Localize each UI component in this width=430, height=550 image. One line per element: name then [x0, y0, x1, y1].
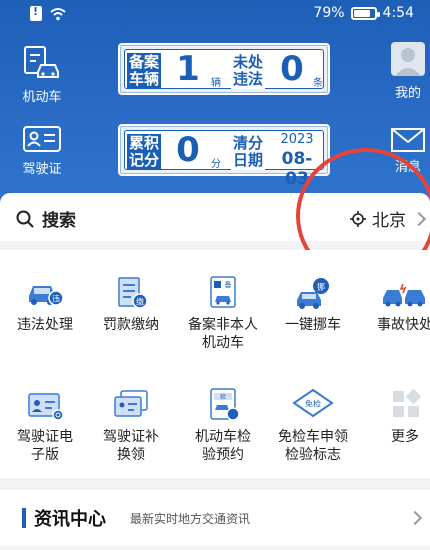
registered-count: 1	[176, 49, 200, 89]
record-icon-text: 备	[225, 280, 232, 289]
service-label: 违法处理	[17, 317, 73, 333]
search-label: 搜索	[42, 211, 76, 231]
profile-button[interactable]: 我的	[388, 42, 428, 101]
service-label: 事故快处	[377, 317, 430, 333]
registered-label: 备案车辆	[127, 53, 161, 89]
score-label: 累积记分	[127, 134, 161, 170]
registered-vehicles-card[interactable]: 备案车辆 1 辆 未处违法 0 条	[118, 43, 330, 95]
clear-date-label: 清分日期	[231, 134, 265, 170]
service-label: 一键挪车	[285, 317, 341, 333]
document-register-icon: 备	[210, 276, 236, 308]
clock: 4:54	[382, 5, 414, 21]
battery-icon	[350, 6, 380, 20]
clear-year: 2023	[280, 132, 314, 147]
exempt-icon-text: 免检	[305, 399, 321, 409]
search-icon	[16, 210, 34, 228]
score-value: 0	[176, 130, 200, 170]
service-e-license[interactable]: 驾驶证电子版	[0, 388, 90, 464]
registered-unit: 辆	[211, 78, 221, 89]
receipt-pay-icon: 缴	[118, 277, 148, 309]
service-label: 机动车检验预约	[195, 429, 251, 463]
service-register-vehicle[interactable]: 备 备案非本人机动车	[178, 276, 268, 352]
avatar	[391, 42, 425, 76]
violation-badge-text: 违	[52, 295, 60, 304]
service-more[interactable]: 更多	[360, 388, 430, 446]
car-violation-icon: 违	[29, 286, 64, 306]
exam-icon-text: 检	[220, 393, 226, 401]
exempt-label-icon: 免检	[292, 388, 334, 418]
service-move-car[interactable]: 挪 一键挪车	[268, 276, 358, 334]
service-label: 罚款缴纳	[103, 317, 159, 333]
battery-percent: 79%	[313, 5, 345, 21]
license-label: 驾驶证	[22, 162, 62, 177]
vehicle-doc-icon	[24, 46, 59, 78]
service-violation[interactable]: 违 违法处理	[0, 276, 90, 334]
violations-label: 未处违法	[231, 53, 265, 89]
news-title: 资讯中心	[34, 509, 106, 530]
mail-icon	[391, 128, 425, 152]
inspection-book-icon: 检	[210, 388, 240, 421]
vehicle-label: 机动车	[22, 90, 62, 105]
move-car-icon: 挪	[297, 278, 329, 309]
violations-unit: 条	[313, 78, 323, 89]
license-card-icon	[23, 126, 61, 152]
service-exempt-inspection[interactable]: 免检 免检车申领检验标志	[268, 388, 358, 464]
service-label: 免检车申领检验标志	[278, 429, 348, 463]
service-inspection-booking[interactable]: 检 机动车检验预约	[178, 388, 268, 464]
status-bar: 79% 4:54	[0, 0, 430, 30]
service-accident[interactable]: 事故快处	[360, 276, 430, 334]
news-subtitle: 最新实时地方交通资讯	[130, 512, 251, 526]
service-label: 更多	[391, 429, 419, 445]
grid-more-icon	[393, 388, 422, 417]
service-grid: 违 违法处理 缴 罚款缴纳 备 备案非本人机动车 挪 一键挪车 事故快处 驾驶证…	[0, 250, 430, 478]
chevron-right-icon	[407, 510, 423, 526]
section-accent-bar	[22, 508, 26, 528]
service-fine-payment[interactable]: 缴 罚款缴纳	[86, 276, 176, 334]
move-badge-text: 挪	[317, 282, 325, 292]
license-replace-icon	[114, 390, 148, 417]
service-license-replace[interactable]: 驾驶证补换领	[86, 388, 176, 464]
service-label: 驾驶证电子版	[17, 429, 73, 463]
user-icon	[395, 48, 421, 76]
license-button[interactable]: 驾驶证	[18, 124, 66, 177]
sim-icon	[30, 5, 42, 21]
news-center-row[interactable]: 资讯中心 最新实时地方交通资讯	[0, 490, 430, 546]
fine-badge-text: 缴	[136, 297, 144, 307]
mine-label: 我的	[394, 86, 421, 101]
service-label: 备案非本人机动车	[188, 317, 258, 351]
violations-count: 0	[280, 49, 304, 89]
license-card-icon	[28, 393, 64, 421]
score-card[interactable]: 累积记分 0 分 清分日期 2023 08-03	[118, 124, 330, 189]
vehicle-button[interactable]: 机动车	[18, 44, 66, 105]
score-unit: 分	[211, 159, 221, 170]
wifi-icon	[50, 7, 66, 20]
service-label: 驾驶证补换领	[103, 429, 159, 463]
accident-icon	[383, 283, 425, 307]
